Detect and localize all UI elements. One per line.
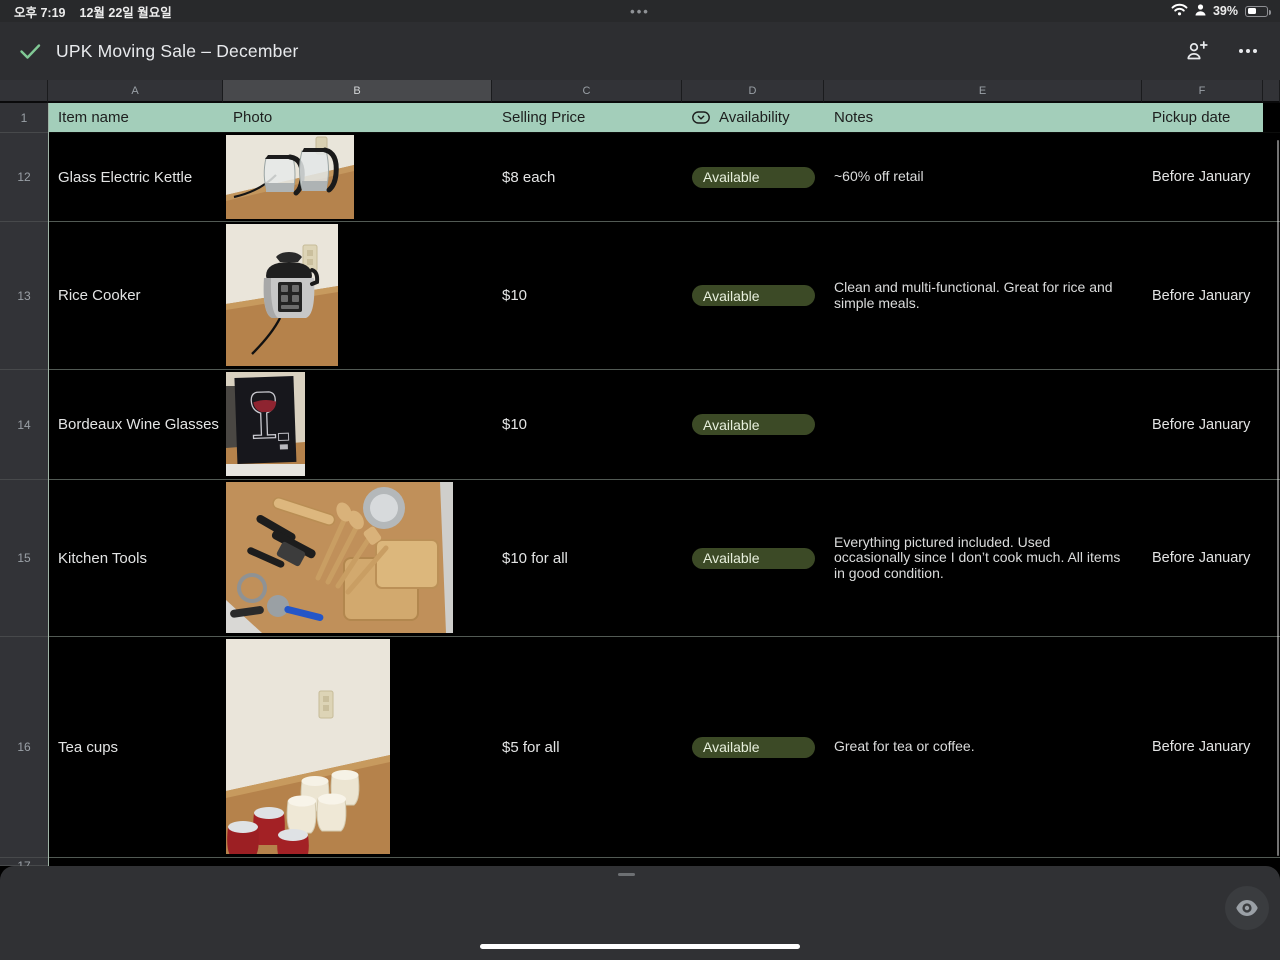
- header-cell-notes[interactable]: Notes: [824, 103, 1142, 133]
- header-cell-pickup-date[interactable]: Pickup date: [1142, 103, 1263, 133]
- availability-chip[interactable]: Available: [692, 548, 815, 569]
- done-check-button[interactable]: [16, 37, 44, 65]
- tea-cups-photo[interactable]: [226, 639, 390, 854]
- column-header-e[interactable]: E: [824, 80, 1142, 103]
- document-title[interactable]: UPK Moving Sale – December: [56, 41, 299, 62]
- view-only-eye-button[interactable]: [1225, 886, 1269, 930]
- checkmark-icon: [18, 39, 42, 63]
- cell-notes[interactable]: Great for tea or coffee.: [824, 637, 1142, 858]
- cell-availability[interactable]: Available: [682, 480, 824, 637]
- header-cell-availability[interactable]: Availability: [682, 103, 824, 133]
- cell-notes[interactable]: Clean and multi-functional. Great for ri…: [824, 222, 1142, 370]
- cell-photo[interactable]: [223, 637, 492, 858]
- cell-price[interactable]: $10: [492, 222, 682, 370]
- panel-drag-handle[interactable]: [618, 873, 635, 876]
- bordeaux-wine-glasses-photo[interactable]: [226, 372, 305, 476]
- person-add-icon: [1184, 39, 1208, 63]
- cell-price[interactable]: $10: [492, 370, 682, 480]
- header-cell-selling-price[interactable]: Selling Price: [492, 103, 682, 133]
- cell-pickup[interactable]: Before January: [1142, 480, 1263, 637]
- battery-icon: [1245, 6, 1268, 17]
- header-availability-label: Availability: [719, 109, 790, 126]
- cell-price[interactable]: $8 each: [492, 133, 682, 222]
- header-overflow: [1263, 103, 1280, 133]
- row-number-15[interactable]: 15: [0, 480, 48, 637]
- cell-empty: [492, 858, 682, 866]
- column-header-row: A B C D E F: [0, 80, 1280, 103]
- cell-empty: [1263, 858, 1280, 866]
- cell-photo[interactable]: [223, 222, 492, 370]
- header-cell-item-name[interactable]: Item name: [48, 103, 223, 133]
- table-row: 12 Glass Electric Kettle: [0, 133, 1280, 222]
- home-indicator[interactable]: [480, 944, 800, 949]
- cell-availability[interactable]: Available: [682, 222, 824, 370]
- table-header-row: 1 Item name Photo Selling Price Availabi…: [0, 103, 1280, 133]
- column-header-a[interactable]: A: [48, 80, 223, 103]
- cell-pickup[interactable]: Before January: [1142, 637, 1263, 858]
- cell-photo[interactable]: [223, 133, 492, 222]
- row-number-12[interactable]: 12: [0, 133, 48, 222]
- availability-chip[interactable]: Available: [692, 737, 815, 758]
- cell-item-name[interactable]: Tea cups: [48, 637, 223, 858]
- column-header-c[interactable]: C: [492, 80, 682, 103]
- cell-availability[interactable]: Available: [682, 370, 824, 480]
- header-cell-photo[interactable]: Photo: [223, 103, 492, 133]
- cell-notes[interactable]: [824, 370, 1142, 480]
- cell-pickup[interactable]: Before January: [1142, 133, 1263, 222]
- cell-availability[interactable]: Available: [682, 637, 824, 858]
- cell-notes[interactable]: ~60% off retail: [824, 133, 1142, 222]
- column-header-d[interactable]: D: [682, 80, 824, 103]
- cell-notes[interactable]: Everything pictured included. Used occas…: [824, 480, 1142, 637]
- cell-empty: [223, 858, 492, 866]
- frozen-pane-divider: [48, 103, 49, 866]
- cell-item-name[interactable]: Kitchen Tools: [48, 480, 223, 637]
- cell-photo[interactable]: [223, 480, 492, 637]
- availability-chip[interactable]: Available: [692, 167, 815, 188]
- bottom-sheet-panel: [0, 866, 1280, 960]
- cell-pickup[interactable]: Before January: [1142, 222, 1263, 370]
- select-all-corner[interactable]: [0, 80, 48, 103]
- more-menu-button[interactable]: [1234, 37, 1262, 65]
- rice-cooker-photo[interactable]: [226, 224, 338, 366]
- table-row: 13 Rice Cooker: [0, 222, 1280, 370]
- table-row: 16 Tea cups: [0, 637, 1280, 858]
- cell-item-name[interactable]: Rice Cooker: [48, 222, 223, 370]
- cell-empty: [682, 858, 824, 866]
- column-header-f[interactable]: F: [1142, 80, 1263, 103]
- table-row-partial: 17: [0, 858, 1280, 866]
- column-header-b[interactable]: B: [223, 80, 492, 103]
- dropdown-chip-icon: [692, 111, 710, 124]
- cell-empty: [1142, 858, 1263, 866]
- status-bar: 오후 7:19 12월 22일 월요일 ••• 39%: [0, 0, 1280, 22]
- cell-empty: [824, 858, 1142, 866]
- row-number-16[interactable]: 16: [0, 637, 48, 858]
- multitasking-dots[interactable]: •••: [0, 4, 1280, 19]
- row-number-13[interactable]: 13: [0, 222, 48, 370]
- share-add-person-button[interactable]: [1182, 37, 1210, 65]
- availability-chip[interactable]: Available: [692, 285, 815, 306]
- title-bar: UPK Moving Sale – December: [0, 22, 1280, 80]
- cell-empty: [48, 858, 223, 866]
- cell-photo[interactable]: [223, 370, 492, 480]
- table-row: 15 Kitchen Tools: [0, 480, 1280, 637]
- eye-icon: [1235, 899, 1259, 917]
- cell-item-name[interactable]: Bordeaux Wine Glasses: [48, 370, 223, 480]
- availability-chip[interactable]: Available: [692, 414, 815, 435]
- cell-price[interactable]: $10 for all: [492, 480, 682, 637]
- sheets-app: 오후 7:19 12월 22일 월요일 ••• 39% UPK Moving S…: [0, 0, 1280, 960]
- cell-availability[interactable]: Available: [682, 133, 824, 222]
- spreadsheet-grid: A B C D E F 1 Item name Photo Selling Pr…: [0, 80, 1280, 866]
- kitchen-tools-photo[interactable]: [226, 482, 453, 633]
- table-row: 14 Bordeaux Wine Glasses: [0, 370, 1280, 480]
- cell-pickup[interactable]: Before January: [1142, 370, 1263, 480]
- cell-price[interactable]: $5 for all: [492, 637, 682, 858]
- glass-electric-kettle-photo[interactable]: [226, 135, 354, 219]
- scrollbar[interactable]: [1277, 140, 1279, 856]
- row-number-1[interactable]: 1: [0, 103, 48, 133]
- row-number-14[interactable]: 14: [0, 370, 48, 480]
- cell-item-name[interactable]: Glass Electric Kettle: [48, 133, 223, 222]
- column-header-overflow: [1263, 80, 1280, 103]
- row-number-17[interactable]: 17: [0, 858, 48, 866]
- more-dots-icon: [1237, 40, 1259, 62]
